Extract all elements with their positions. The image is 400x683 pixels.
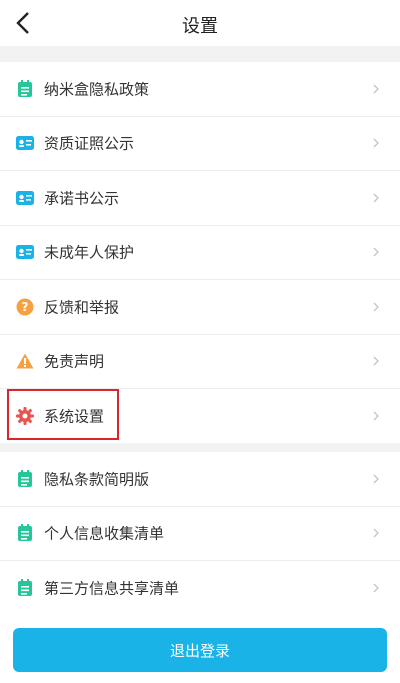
chevron-right-icon [373, 84, 379, 94]
chevron-right-icon [373, 583, 379, 593]
annotation-highlight-box [7, 389, 119, 440]
chevron-right-icon [373, 474, 379, 484]
id-card-icon [16, 189, 34, 207]
section-gap [0, 46, 400, 62]
menu-item-privacy-summary[interactable]: 隐私条款简明版 [0, 452, 400, 507]
menu-item-feedback-report[interactable]: ? 反馈和举报 [0, 280, 400, 335]
menu-item-disclaimer[interactable]: 免责声明 [0, 335, 400, 389]
menu-item-third-party-sharing[interactable]: 第三方信息共享清单 [0, 561, 400, 616]
menu-item-personal-info-list[interactable]: 个人信息收集清单 [0, 507, 400, 561]
section-gap [0, 443, 400, 452]
menu-item-label: 个人信息收集清单 [44, 524, 165, 543]
notepad-icon [16, 79, 34, 98]
menu-item-label: 反馈和举报 [44, 298, 120, 317]
chevron-right-icon [373, 302, 379, 312]
settings-group-primary: 纳米盒隐私政策 资质证照公示 承诺书公示 未成年人保护 ? 反馈和举报 免责声明 [0, 62, 400, 444]
settings-group-secondary: 隐私条款简明版 个人信息收集清单 第三方信息共享清单 [0, 452, 400, 616]
menu-item-label: 未成年人保护 [44, 243, 135, 262]
footer-bar: 退出登录 [0, 616, 400, 683]
menu-item-commitment-letter[interactable]: 承诺书公示 [0, 171, 400, 226]
chevron-right-icon [373, 356, 379, 366]
chevron-right-icon [373, 193, 379, 203]
menu-item-qualification-license[interactable]: 资质证照公示 [0, 117, 400, 171]
chevron-right-icon [373, 528, 379, 538]
menu-item-minor-protection[interactable]: 未成年人保护 [0, 226, 400, 280]
svg-text:?: ? [22, 300, 29, 314]
menu-item-label: 免责声明 [44, 352, 105, 371]
menu-item-label: 纳米盒隐私政策 [44, 80, 150, 99]
menu-item-privacy-policy[interactable]: 纳米盒隐私政策 [0, 62, 400, 117]
menu-item-label: 第三方信息共享清单 [44, 579, 180, 598]
chevron-right-icon [373, 247, 379, 257]
notepad-icon [16, 469, 34, 488]
page-title: 设置 [182, 16, 218, 37]
question-circle-icon: ? [16, 298, 34, 316]
menu-item-label: 隐私条款简明版 [44, 470, 150, 489]
warning-icon [16, 352, 34, 370]
id-card-icon [16, 134, 34, 152]
chevron-right-icon [373, 138, 379, 148]
id-card-icon [16, 243, 34, 261]
notepad-icon [16, 524, 34, 542]
header-bar: 设置 [0, 0, 400, 46]
logout-button[interactable]: 退出登录 [13, 628, 387, 672]
menu-item-label: 承诺书公示 [44, 189, 120, 208]
menu-item-label: 资质证照公示 [44, 134, 135, 153]
notepad-icon [16, 579, 34, 597]
chevron-right-icon [373, 411, 379, 421]
